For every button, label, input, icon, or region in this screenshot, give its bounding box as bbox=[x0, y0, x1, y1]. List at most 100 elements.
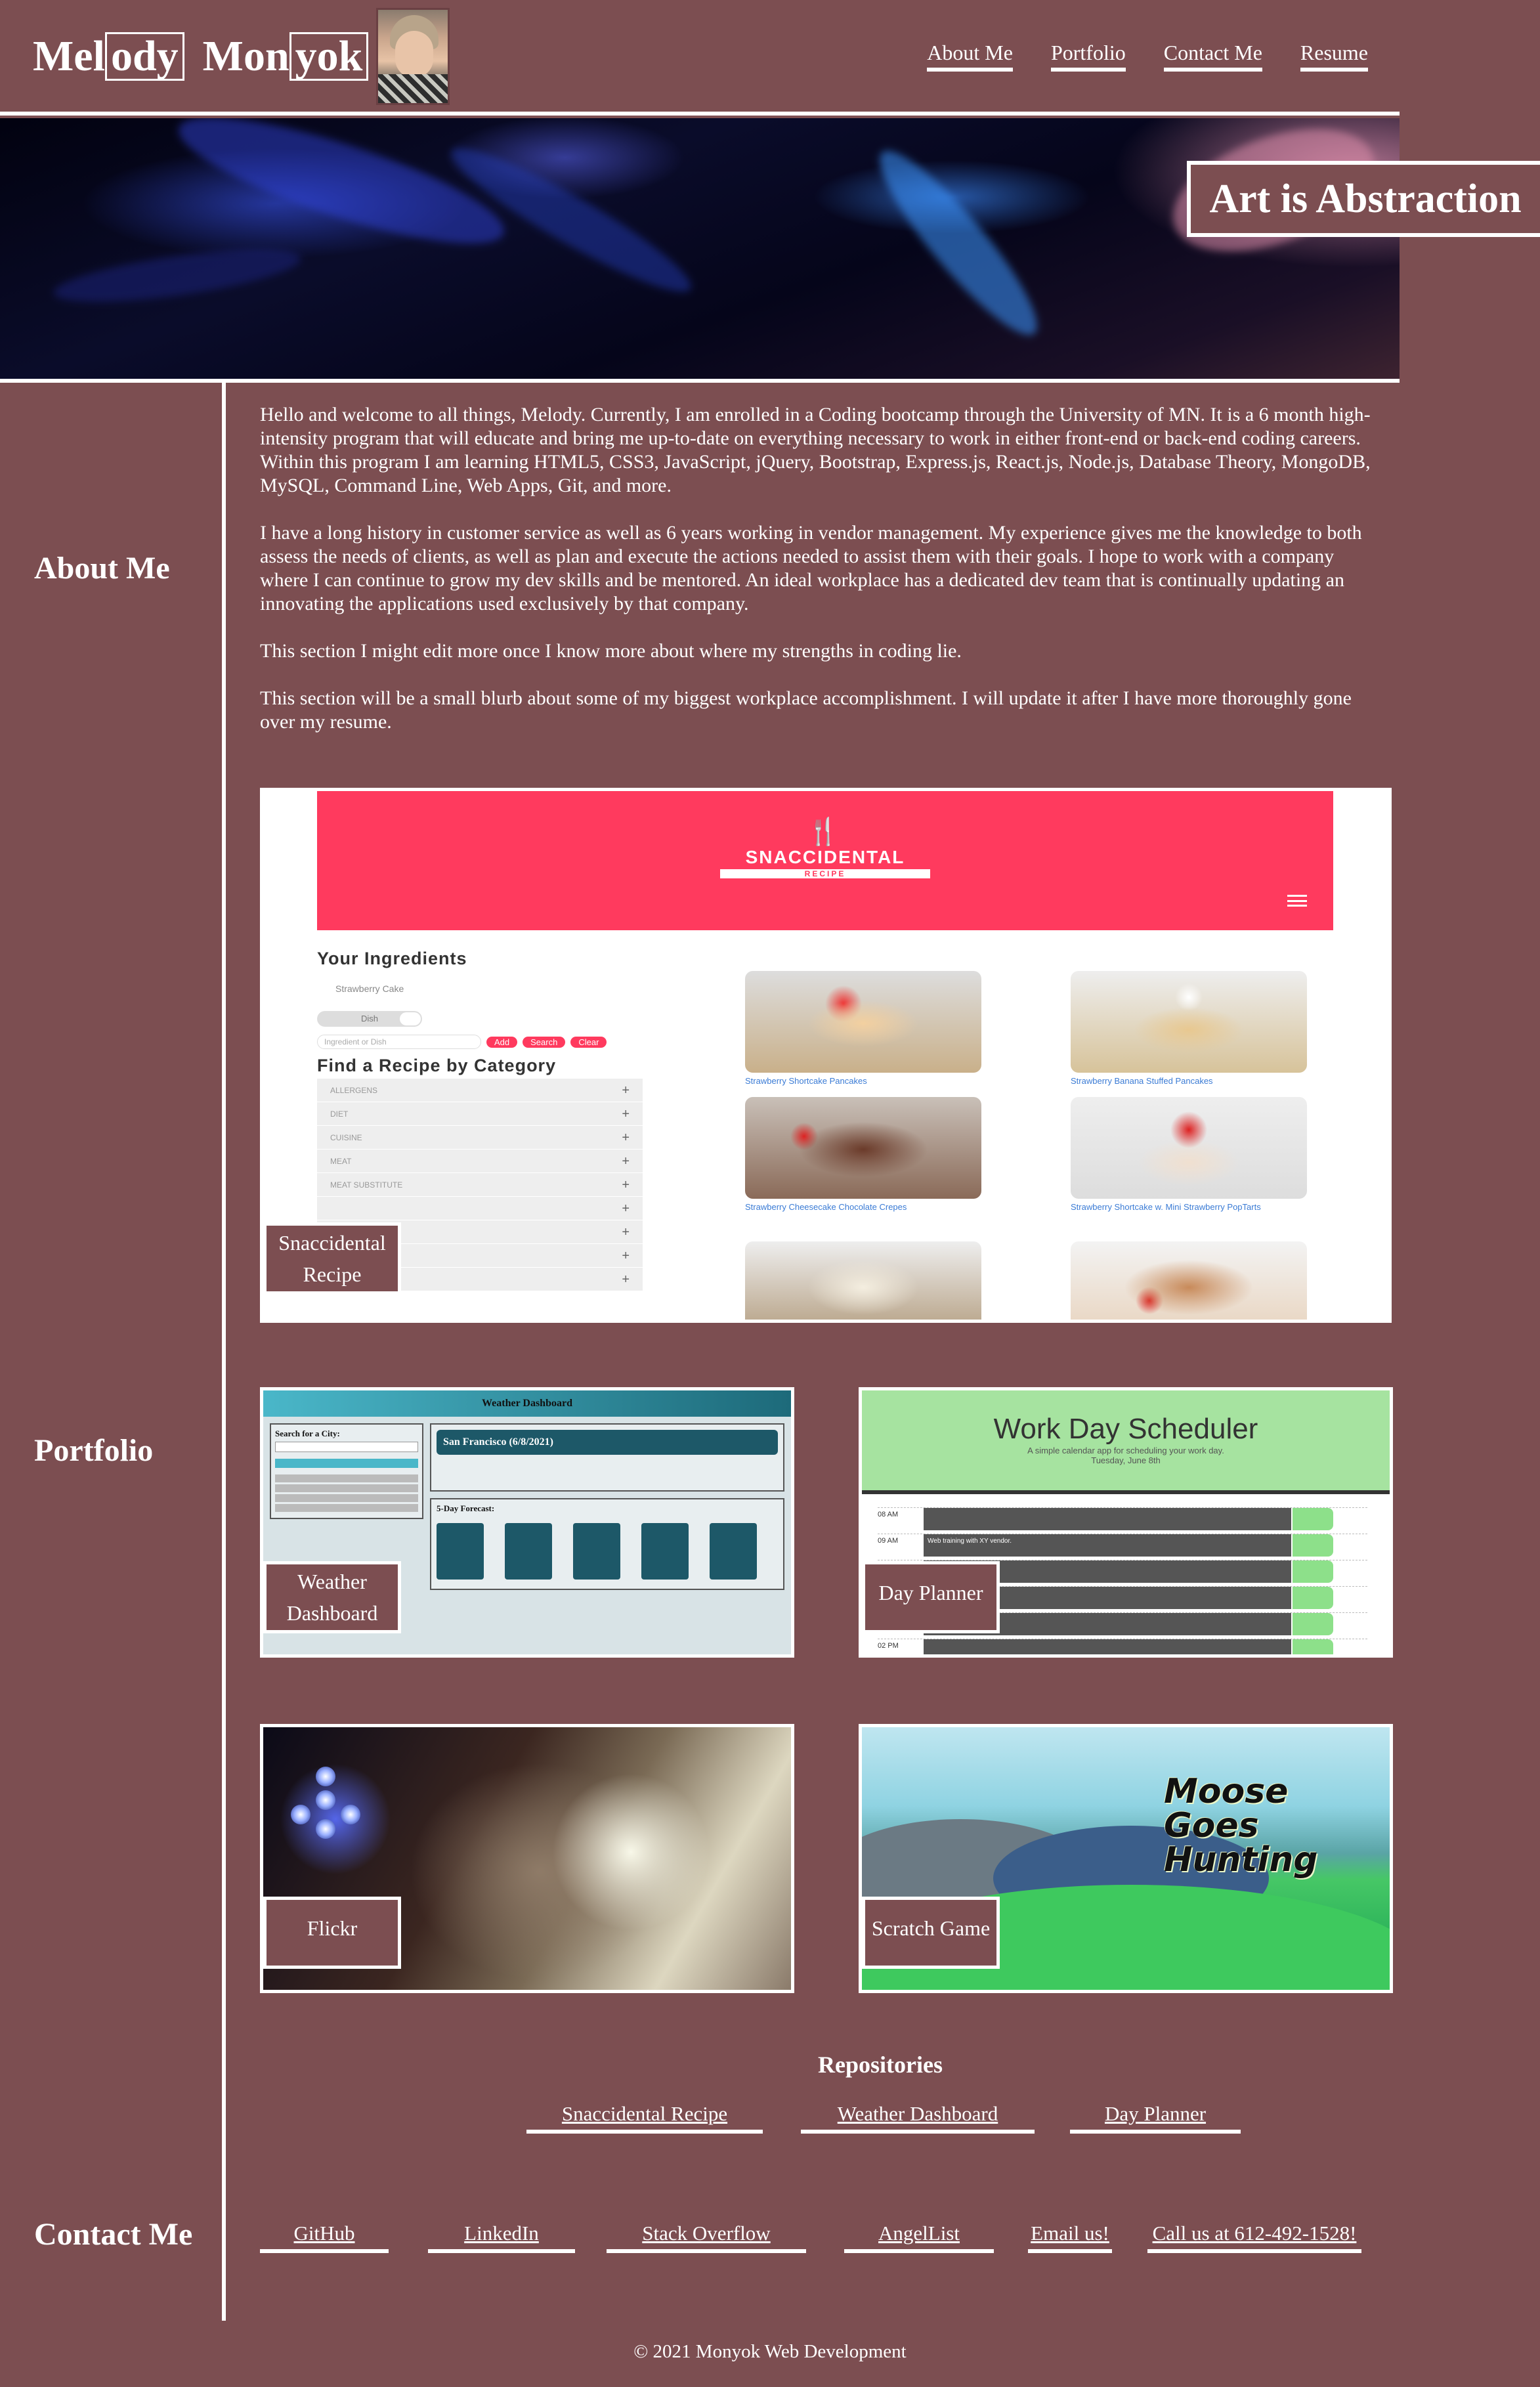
portfolio-card-flickr[interactable]: Flickr bbox=[260, 1724, 794, 1993]
schedule-entry: Web training with XY vendor. bbox=[928, 1538, 1012, 1545]
contact-phone[interactable]: Call us at 612-492-1528! bbox=[1147, 2222, 1361, 2253]
recipe-caption: Strawberry Shortcake Pancakes bbox=[745, 1076, 867, 1086]
recipe-image bbox=[745, 971, 981, 1073]
category-item: CUISINE bbox=[317, 1126, 643, 1150]
brand-last-name: Mon yok bbox=[203, 32, 369, 81]
add-button: Add bbox=[486, 1036, 518, 1048]
recipe-image bbox=[745, 1097, 981, 1199]
scratch-title-line: Goes bbox=[1164, 1806, 1259, 1845]
section-label-contact: Contact Me bbox=[34, 2217, 193, 2252]
card-label-line: Scratch Game bbox=[871, 1916, 991, 1940]
card-label-snaccidental[interactable]: Snaccidental Recipe bbox=[263, 1222, 401, 1295]
section-label-about: About Me bbox=[34, 551, 170, 586]
snaccidental-banner: 🍴 SNACCIDENTAL RECIPE bbox=[317, 791, 1333, 930]
card-label-flickr[interactable]: Flickr bbox=[263, 1897, 401, 1969]
recipe-caption: Strawberry Shortcake w. Mini Strawberry … bbox=[1071, 1202, 1261, 1212]
weather-search-panel: Search for a City: bbox=[270, 1423, 423, 1519]
scheduler-date: Tuesday, June 8th bbox=[1091, 1455, 1161, 1465]
scheduler-title: Work Day Scheduler bbox=[993, 1413, 1258, 1445]
hamburger-icon bbox=[1287, 895, 1307, 907]
time-label: 08 AM bbox=[878, 1511, 899, 1518]
category-item bbox=[317, 1197, 643, 1220]
weather-title: Weather Dashboard bbox=[263, 1390, 791, 1417]
brand-part-boxed: ody bbox=[104, 32, 184, 81]
site-brand: Mel ody Mon yok bbox=[33, 8, 450, 105]
utensils-icon: 🍴 bbox=[807, 817, 844, 846]
repo-link-weather[interactable]: Weather Dashboard bbox=[801, 2102, 1035, 2134]
clear-button: Clear bbox=[570, 1036, 607, 1048]
dish-toggle: Dish bbox=[317, 1011, 422, 1027]
card-label-line: Dashboard bbox=[286, 1601, 378, 1625]
ingredient-search: Ingredient or Dish bbox=[317, 1035, 481, 1049]
recipe-caption: Strawberry Banana Stuffed Pancakes bbox=[1071, 1076, 1213, 1086]
portfolio-card-day-planner[interactable]: Work Day Scheduler A simple calendar app… bbox=[859, 1387, 1393, 1658]
nav-resume[interactable]: Resume bbox=[1300, 41, 1368, 72]
portfolio-card-weather[interactable]: Weather Dashboard Search for a City: San… bbox=[260, 1387, 794, 1658]
contact-email[interactable]: Email us! bbox=[1028, 2222, 1112, 2253]
category-item: ALLERGENS bbox=[317, 1079, 643, 1102]
portfolio-card-snaccidental[interactable]: 🍴 SNACCIDENTAL RECIPE Your Ingredients S… bbox=[260, 788, 1392, 1323]
recipe-image bbox=[1071, 1097, 1307, 1199]
sidebar-divider bbox=[222, 383, 226, 2321]
category-heading: Find a Recipe by Category bbox=[317, 1056, 557, 1075]
card-label-line: Flickr bbox=[307, 1916, 358, 1940]
time-label: 09 AM bbox=[878, 1537, 899, 1545]
weather-current-panel: San Francisco (6/8/2021) bbox=[430, 1423, 784, 1492]
recipe-image bbox=[1071, 1241, 1307, 1320]
card-label-day-planner[interactable]: Day Planner bbox=[862, 1561, 1000, 1633]
nav-portfolio[interactable]: Portfolio bbox=[1050, 41, 1126, 72]
weather-city: San Francisco (6/8/2021) bbox=[437, 1430, 778, 1455]
card-label-line: Recipe bbox=[303, 1262, 362, 1286]
scheduler-subtitle: A simple calendar app for scheduling you… bbox=[1027, 1446, 1224, 1455]
logo-name: SNACCIDENTAL bbox=[745, 847, 905, 867]
scratch-game-title: Moose Goes Hunting bbox=[1164, 1774, 1317, 1877]
card-label-weather[interactable]: Weather Dashboard bbox=[263, 1561, 401, 1633]
category-item: MEAT SUBSTITUTE bbox=[317, 1173, 643, 1197]
recipe-image bbox=[745, 1241, 981, 1320]
brand-part: Mel bbox=[33, 32, 105, 80]
ingredient-item: Strawberry Cake bbox=[335, 983, 404, 994]
card-label-line: Weather bbox=[297, 1570, 367, 1593]
recipe-image bbox=[1071, 971, 1307, 1073]
forecast-label: 5-Day Forecast: bbox=[437, 1503, 495, 1513]
contact-linkedin[interactable]: LinkedIn bbox=[428, 2222, 575, 2253]
contact-angellist[interactable]: AngelList bbox=[844, 2222, 994, 2253]
contact-stack-overflow[interactable]: Stack Overflow bbox=[607, 2222, 806, 2253]
snaccidental-screenshot: 🍴 SNACCIDENTAL RECIPE Your Ingredients S… bbox=[263, 791, 1388, 1320]
about-paragraph: I have a long history in customer servic… bbox=[260, 522, 1362, 614]
nav-about-me[interactable]: About Me bbox=[927, 41, 1013, 72]
contact-github[interactable]: GitHub bbox=[260, 2222, 389, 2253]
section-label-portfolio: Portfolio bbox=[34, 1433, 154, 1468]
nav-contact-me[interactable]: Contact Me bbox=[1163, 41, 1262, 72]
about-paragraph: This section will be a small blurb about… bbox=[260, 687, 1352, 733]
category-item: DIET bbox=[317, 1102, 643, 1126]
search-row: Ingredient or Dish Add Search Clear bbox=[317, 1035, 645, 1049]
card-label-scratch[interactable]: Scratch Game bbox=[862, 1897, 1000, 1969]
about-section: Hello and welcome to all things, Melody.… bbox=[260, 403, 1382, 758]
repo-link-snaccidental[interactable]: Snaccidental Recipe bbox=[526, 2102, 763, 2134]
about-paragraph: This section I might edit more once I kn… bbox=[260, 640, 962, 662]
portfolio-card-scratch[interactable]: Moose Goes Hunting Scratch Game bbox=[859, 1724, 1393, 1993]
scratch-title-line: Hunting bbox=[1164, 1840, 1318, 1880]
weather-forecast-panel: 5-Day Forecast: bbox=[430, 1498, 784, 1590]
brand-part-boxed: yok bbox=[289, 32, 369, 81]
search-button: Search bbox=[523, 1036, 566, 1048]
category-item: MEAT bbox=[317, 1150, 643, 1173]
logo-sub: RECIPE bbox=[720, 869, 930, 878]
snaccidental-logo: 🍴 SNACCIDENTAL RECIPE bbox=[317, 816, 1333, 880]
footer-copyright: © 2021 Monyok Web Development bbox=[633, 2341, 907, 2362]
repo-link-day-planner[interactable]: Day Planner bbox=[1070, 2102, 1241, 2134]
ingredients-heading: Your Ingredients bbox=[317, 949, 467, 968]
card-label-line: Day Planner bbox=[878, 1581, 983, 1604]
scheduler-header: Work Day Scheduler A simple calendar app… bbox=[862, 1390, 1390, 1494]
about-paragraph: Hello and welcome to all things, Melody.… bbox=[260, 404, 1371, 496]
card-label-line: Snaccidental bbox=[278, 1231, 386, 1255]
weather-search-label: Search for a City: bbox=[275, 1429, 340, 1438]
brand-part: Mon bbox=[202, 32, 289, 80]
hero-banner bbox=[0, 118, 1400, 379]
recipe-caption: Strawberry Cheesecake Chocolate Crepes bbox=[745, 1202, 907, 1212]
scratch-title-line: Moose bbox=[1164, 1772, 1289, 1811]
brand-first-name: Mel ody bbox=[33, 32, 184, 81]
hero-title: Art is Abstraction bbox=[1187, 161, 1540, 237]
avatar bbox=[376, 8, 450, 105]
